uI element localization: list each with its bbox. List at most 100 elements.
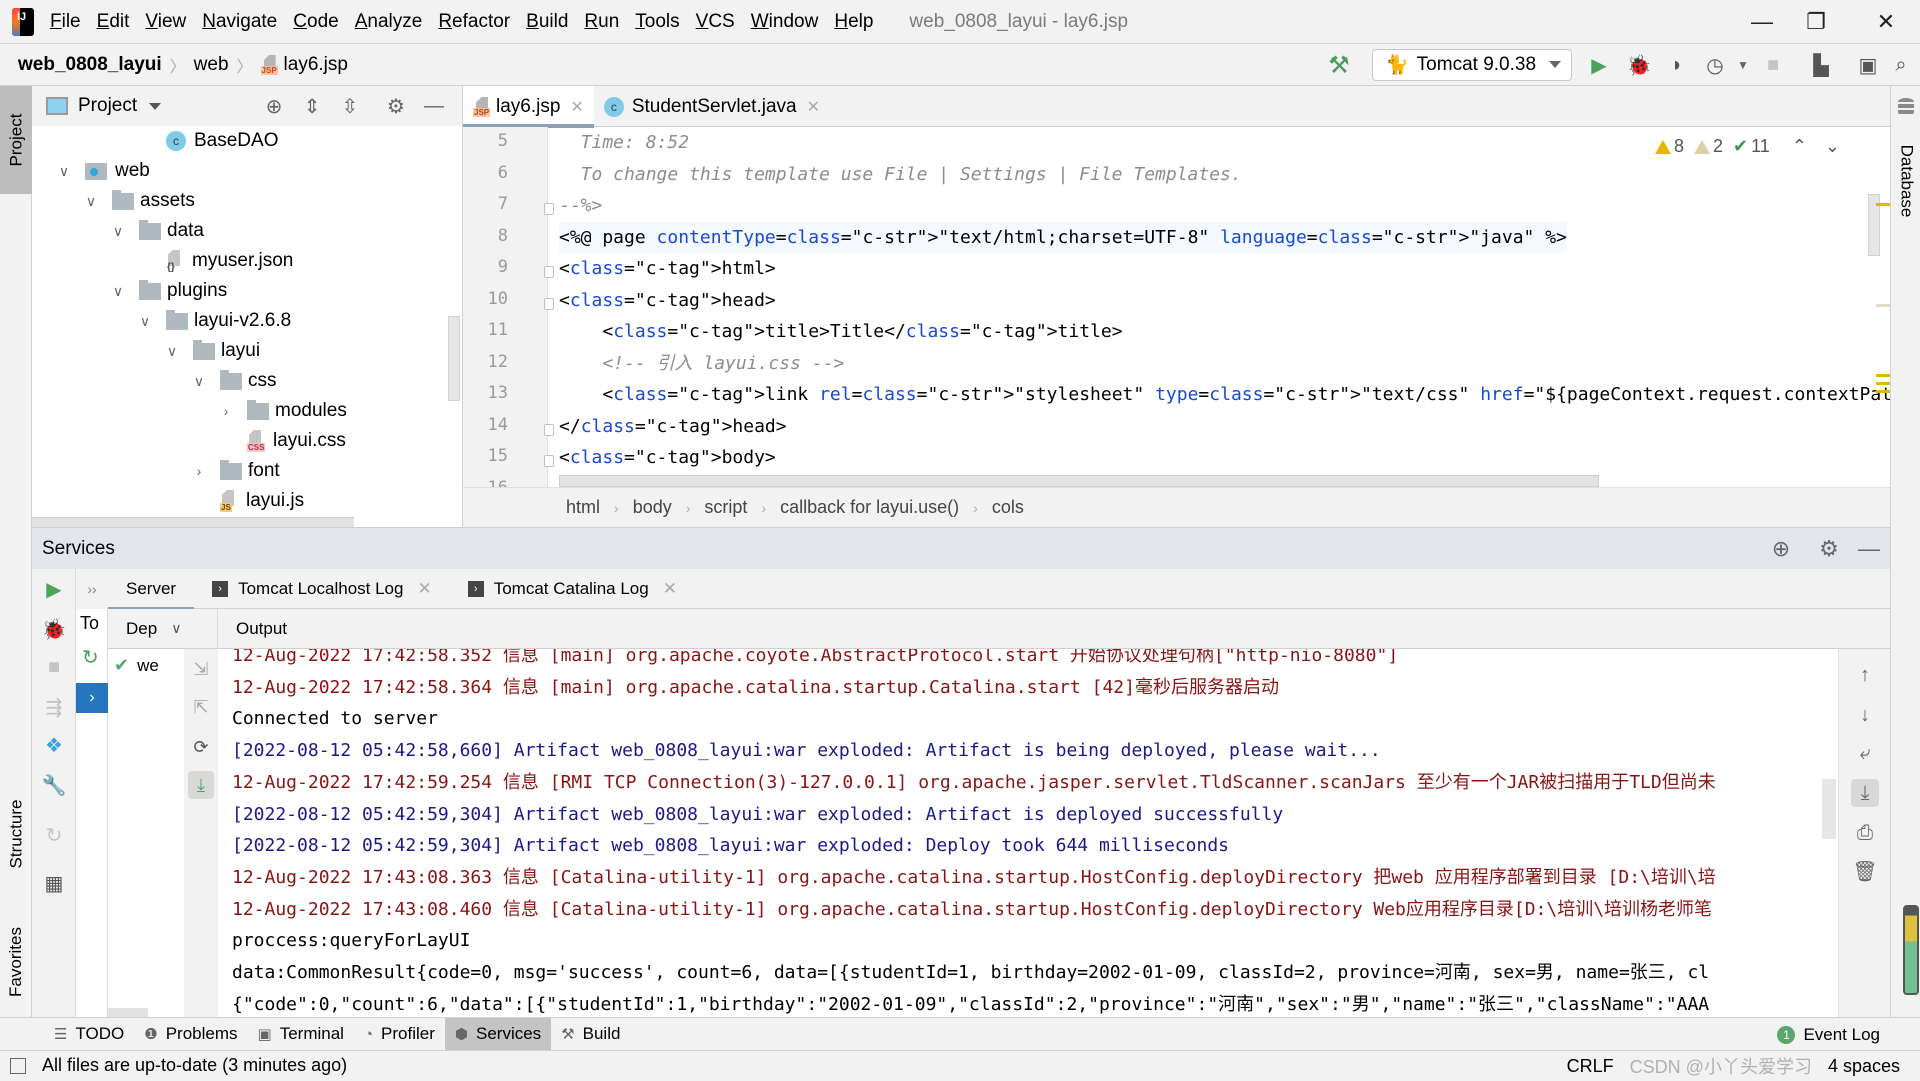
- tab-tomcat-catalina-log[interactable]: › Tomcat Catalina Log ✕: [450, 569, 695, 609]
- menu-analyze[interactable]: Analyze: [355, 11, 423, 33]
- fold-marker-icon[interactable]: [544, 423, 554, 436]
- breadcrumb-cols[interactable]: cols: [992, 497, 1024, 518]
- code-line[interactable]: <class="c-tag">body>: [559, 442, 776, 473]
- menu-code[interactable]: Code: [293, 11, 338, 33]
- chevron-right-icon[interactable]: ›: [219, 403, 233, 419]
- gear-icon[interactable]: ⚙: [1816, 536, 1842, 562]
- tool-tab-terminal[interactable]: ▣ Terminal: [248, 1018, 354, 1051]
- menu-view[interactable]: View: [145, 11, 186, 33]
- menu-refactor[interactable]: Refactor: [438, 11, 510, 33]
- terminal-icon[interactable]: ▣: [1855, 52, 1881, 78]
- restore-button[interactable]: ❐: [1786, 0, 1846, 44]
- code-line[interactable]: <class="c-tag">title>Title</class="c-tag…: [559, 316, 1122, 347]
- status-toggle-icon[interactable]: [10, 1057, 26, 1074]
- tree-item[interactable]: ∨ data: [111, 216, 204, 246]
- debug-icon[interactable]: 🐞: [1626, 52, 1652, 78]
- tab-tomcat-localhost-log[interactable]: › Tomcat Localhost Log ✕: [194, 569, 450, 609]
- code-line[interactable]: Time: 8:52: [559, 127, 689, 158]
- fold-marker-icon[interactable]: [544, 266, 554, 278]
- tree-item[interactable]: ∨ web: [57, 156, 150, 186]
- print-icon[interactable]: ⎙: [1851, 819, 1879, 847]
- editor-tab-lay6-jsp[interactable]: lay6.jsp ✕: [463, 86, 594, 128]
- deploy-icon[interactable]: ⇶: [40, 693, 68, 721]
- menu-run[interactable]: Run: [584, 11, 619, 33]
- indent-widget[interactable]: 4 spaces: [1828, 1056, 1900, 1077]
- tree-item[interactable]: ∨ css: [192, 366, 277, 396]
- scroll-to-end-icon[interactable]: ⤓: [188, 771, 214, 799]
- project-structure-icon[interactable]: ▙: [1808, 52, 1834, 78]
- tool-tab-services[interactable]: ⬢ Services: [444, 1017, 552, 1051]
- refresh-icon[interactable]: ⟳: [188, 733, 214, 761]
- tool-window-favorites-tab[interactable]: Favorites: [0, 902, 32, 1022]
- arrow-up-icon[interactable]: ↑: [1851, 661, 1879, 689]
- trash-icon[interactable]: 🗑: [1851, 857, 1879, 885]
- hide-icon[interactable]: —: [422, 94, 446, 118]
- close-button[interactable]: ✕: [1856, 0, 1916, 44]
- breadcrumb-body[interactable]: body: [633, 497, 672, 518]
- weak-warning-marker[interactable]: [1876, 304, 1890, 307]
- console-output[interactable]: 12-Aug-2022 17:42:58.352 信息 [main] org.a…: [218, 649, 1838, 1018]
- undeploy-icon[interactable]: ⇱: [188, 693, 214, 721]
- menu-navigate[interactable]: Navigate: [202, 11, 277, 33]
- warning-marker[interactable]: [1876, 390, 1890, 393]
- code-line[interactable]: --%>: [559, 190, 602, 221]
- menu-edit[interactable]: Edit: [97, 11, 130, 33]
- breadcrumb-file[interactable]: lay6.jsp: [284, 54, 348, 76]
- stop-icon[interactable]: ■: [1760, 52, 1786, 78]
- tree-item[interactable]: ∨ assets: [84, 186, 195, 216]
- chevron-down-icon[interactable]: ∨: [171, 620, 181, 637]
- locate-icon[interactable]: ⊕: [262, 94, 286, 118]
- soft-wrap-icon[interactable]: ⤶: [1851, 739, 1879, 767]
- hammer-icon[interactable]: ⚒: [1326, 52, 1352, 79]
- code-line[interactable]: </class="c-tag">head>: [559, 411, 787, 442]
- warning-marker[interactable]: [1876, 382, 1890, 385]
- gear-icon[interactable]: ⚙: [384, 94, 408, 118]
- run-configuration-select[interactable]: 🐈 Tomcat 9.0.38: [1372, 49, 1572, 81]
- chevron-down-icon[interactable]: ∨: [192, 373, 206, 390]
- collapse-all-icon[interactable]: ⇳: [338, 94, 362, 118]
- tree-item[interactable]: {} myuser.json: [138, 246, 293, 276]
- chevron-down-icon[interactable]: ∨: [111, 283, 125, 300]
- profile-dropdown-icon[interactable]: ▼: [1730, 52, 1756, 78]
- tool-window-database-tab[interactable]: Database: [1891, 126, 1920, 236]
- editor-horizontal-scrollbar[interactable]: [559, 475, 1599, 487]
- chevron-down-icon[interactable]: ∨: [165, 343, 179, 360]
- deploy-icon[interactable]: ⇲: [188, 655, 214, 683]
- line-separator-widget[interactable]: CRLF: [1567, 1056, 1614, 1077]
- expand-all-icon[interactable]: ⇕: [300, 94, 324, 118]
- event-log-button[interactable]: 1 Event Log: [1777, 1018, 1880, 1051]
- tool-window-project-tab[interactable]: Project: [0, 86, 32, 194]
- chevron-down-icon[interactable]: ∨: [111, 223, 125, 240]
- close-tab-icon[interactable]: ✕: [570, 97, 583, 117]
- deployment-item[interactable]: ✔ we: [114, 655, 159, 676]
- tool-tab-todo[interactable]: ☰ TODO: [44, 1018, 134, 1051]
- inspection-widget[interactable]: 8 2 ✔ 11 ⌃ ⌄: [1645, 136, 1840, 157]
- chevron-down-icon[interactable]: ∨: [84, 193, 98, 210]
- project-view-select[interactable]: Project: [78, 95, 137, 117]
- services-tree-item[interactable]: To: [80, 613, 99, 634]
- breadcrumb-web[interactable]: web: [194, 54, 229, 76]
- menu-vcs[interactable]: VCS: [696, 11, 735, 33]
- code-line[interactable]: <class="c-tag">html>: [559, 253, 776, 284]
- arrow-down-icon[interactable]: ↓: [1851, 701, 1879, 729]
- profile-icon[interactable]: ◷: [1702, 52, 1728, 78]
- services-tree-expand-icon[interactable]: ›: [76, 683, 108, 713]
- layout-icon[interactable]: ▦: [40, 869, 68, 897]
- tool-tab-build[interactable]: ⚒ Build: [551, 1018, 630, 1051]
- breadcrumb-html[interactable]: html: [566, 497, 600, 518]
- menu-file[interactable]: File: [50, 11, 81, 33]
- breadcrumb-callback[interactable]: callback for layui.use(): [780, 497, 959, 518]
- editor-tab-studentservlet-java[interactable]: c StudentServlet.java ✕: [594, 86, 830, 127]
- menu-tools[interactable]: Tools: [635, 11, 679, 33]
- coverage-icon[interactable]: ◗: [1664, 52, 1690, 78]
- code-line[interactable]: <%@ page contentType=class="c-str">"text…: [559, 221, 1567, 253]
- dropdown-arrow-icon[interactable]: [149, 102, 162, 110]
- group-services-icon[interactable]: ❖: [40, 731, 68, 759]
- debug-icon[interactable]: 🐞: [40, 615, 68, 643]
- warning-marker[interactable]: [1876, 374, 1890, 377]
- stop-icon[interactable]: ■: [40, 653, 68, 681]
- refresh-icon[interactable]: ↻: [40, 821, 68, 849]
- warnings-count[interactable]: 8: [1655, 136, 1684, 157]
- tree-item[interactable]: ∨ plugins: [111, 276, 227, 306]
- breadcrumb-project[interactable]: web_0808_layui: [18, 54, 162, 76]
